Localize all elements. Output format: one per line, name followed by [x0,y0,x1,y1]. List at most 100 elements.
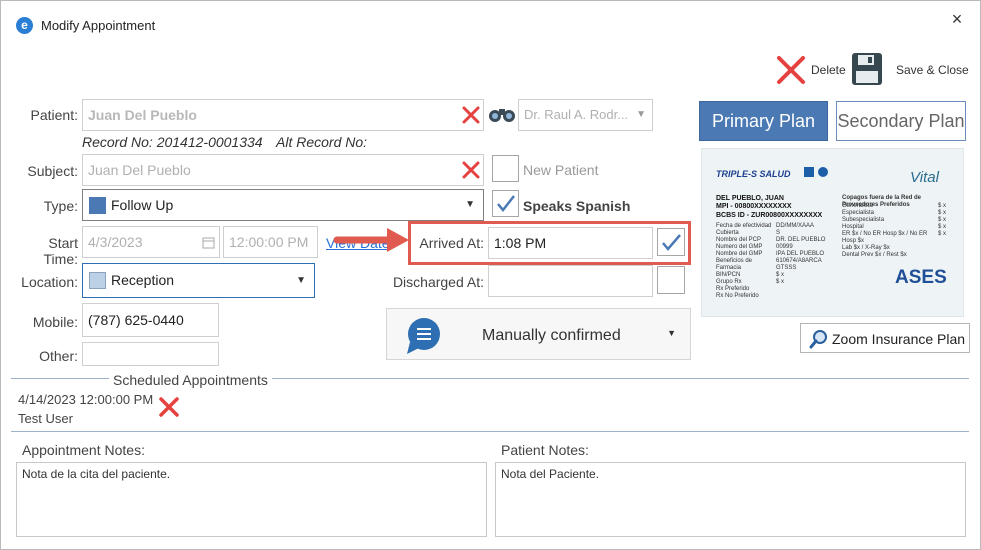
scheduled-header: Scheduled Appointments [109,372,272,388]
type-dropdown[interactable]: Follow Up ▼ [82,189,484,221]
clear-subject-x-icon[interactable] [462,161,480,179]
card-left-label-6: BIN/PCN [716,272,741,278]
card-left-value-4: IPA DEL PUEBLO [776,251,825,257]
floppy-disk-icon[interactable] [851,52,883,86]
discharged-time-field[interactable] [488,265,653,297]
save-close-button[interactable]: Save & Close [896,63,969,77]
patient-value: Juan Del Pueblo [88,107,197,123]
close-button[interactable]: × [946,8,968,30]
card-right-label-4: ER $x / No ER Hosp $x / No ER Hosp $x [842,231,928,244]
other-field[interactable] [82,342,219,366]
card-left-value-6: 610674/A8ARCA [776,258,822,264]
location-label: Location: [21,274,78,290]
magnifier-icon [809,330,827,349]
arrived-checkbox[interactable] [657,228,685,256]
type-color-swatch [89,197,106,214]
zoom-insurance-label: Zoom Insurance Plan [832,331,966,347]
start-time-field[interactable]: 12:00:00 PM [223,226,318,258]
calendar-icon[interactable] [202,236,215,249]
clear-patient-x-icon[interactable] [462,106,480,124]
arrived-label: Arrived At: [419,235,484,251]
window-title: Modify Appointment [41,18,156,33]
appointment-notes-textarea[interactable]: Nota de la cita del paciente. [16,462,487,537]
new-patient-checkbox[interactable] [492,155,519,182]
binoculars-icon[interactable] [488,105,516,123]
card-right-value-1: $ x [938,210,947,216]
remove-appointment-x-icon[interactable] [158,396,180,418]
arrived-time-field[interactable]: 1:08 PM [488,227,653,259]
appointment-notes-text: Nota de la cita del paciente. [22,467,171,481]
card-left-label-8: Rx Preferido [716,286,750,292]
secondary-plan-button[interactable]: Secondary Plan [836,101,966,141]
card-right-label-3: Hospital [842,224,864,230]
card-mpi: MPI - 00800XXXXXXXX [716,203,792,210]
record-number: Record No: 201412-0001334 [82,134,263,150]
app-e-icon: e [16,17,33,34]
ases-logo: ASES [895,267,947,288]
card-left-label-9: Rx No Preferido [716,293,759,299]
card-right-label-5: Lab $x / X-Ray $x [842,245,890,251]
vital-logo: Vital [910,169,939,186]
confirmation-dropdown[interactable]: Manually confirmed ▼ [386,308,691,360]
scheduled-divider-bottom [11,431,969,432]
patient-field[interactable]: Juan Del Pueblo [82,99,484,131]
card-left-label-7: Grupo Rx [716,279,742,285]
red-arrow-icon [333,228,409,252]
start-time-label: Start Time: [43,235,78,267]
card-member-name: DEL PUEBLO, JUAN [716,195,784,202]
card-left-label-2: Nombre del PCP [716,237,762,243]
primary-plan-button[interactable]: Primary Plan [699,101,828,141]
card-left-value-3: 00999 [776,244,793,250]
chevron-down-icon: ▼ [296,275,306,286]
patient-notes-textarea[interactable]: Nota del Paciente. [495,462,966,537]
location-color-swatch [89,272,106,289]
speaks-spanish-label: Speaks Spanish [523,198,631,214]
mobile-label: Mobile: [32,314,78,330]
triple-s-logo: TRIPLE-S SALUD [716,169,791,179]
card-left-label-3: Numero del GMP [716,244,763,250]
mobile-value: (787) 625-0440 [88,312,184,328]
card-right-labels: Generalista Especialista Subespecialista Ho… [842,203,938,259]
provider-dropdown[interactable]: Dr. Raul A. Rodr... ▼ [518,99,653,131]
delete-button[interactable]: Delete [811,63,846,77]
patient-notes-text: Nota del Paciente. [501,467,600,481]
zoom-insurance-button[interactable]: Zoom Insurance Plan [800,323,970,353]
subject-field[interactable]: Juan Del Pueblo [82,154,484,186]
card-left-value-9: $ x [776,279,785,285]
card-right-values: $ x $ x $ x $ x $ x [938,203,960,238]
card-left-label-0: Fecha de efectividad [716,223,772,229]
mobile-field[interactable]: (787) 625-0440 [82,303,219,337]
delete-x-icon[interactable] [775,54,807,86]
card-right-value-3: $ x [938,224,947,230]
location-value: Reception [111,272,175,288]
card-right-value-2: $ x [938,217,947,223]
confirmation-value: Manually confirmed [482,327,621,344]
scheduled-item-user: Test User [18,411,73,426]
subject-value: Juan Del Pueblo [88,162,191,178]
alt-record-number: Alt Record No: [276,134,368,150]
card-left-label-4: Nombre del GMP [716,251,763,257]
chevron-down-icon: ▼ [667,328,676,338]
insurance-card-image: TRIPLE-S SALUD Vital DEL PUEBLO, JUAN MP… [701,148,964,317]
arrived-time-value: 1:08 PM [494,235,547,251]
provider-value: Dr. Raul A. Rodr... [524,107,629,122]
new-patient-label: New Patient [523,162,599,178]
chevron-down-icon: ▼ [636,109,646,120]
appointment-notes-label: Appointment Notes: [22,442,145,458]
scheduled-item-datetime[interactable]: 4/14/2023 12:00:00 PM [18,392,153,407]
speaks-spanish-checkbox[interactable] [492,190,519,217]
location-dropdown[interactable]: Reception ▼ [82,263,315,298]
card-right-label-0: Generalista [842,203,873,209]
discharged-checkbox[interactable] [657,266,685,294]
card-left-label-5: Beneficios de Farmacia [716,258,753,271]
start-date-field[interactable]: 4/3/2023 [82,226,220,258]
card-right-label-1: Especialista [842,210,875,216]
chat-bubble-icon [407,318,440,354]
type-value: Follow Up [111,197,174,213]
card-left-value-0: DD/MM/XAAA [776,223,815,229]
start-date-value: 4/3/2023 [88,234,143,250]
card-left-values: DD/MM/XAAA S DR. DEL PUEBLO 00999 IPA DEL PU… [776,223,828,286]
start-time-value: 12:00:00 PM [229,234,309,250]
card-right-value-0: $ x [938,203,947,209]
patient-label: Patient: [30,107,78,123]
